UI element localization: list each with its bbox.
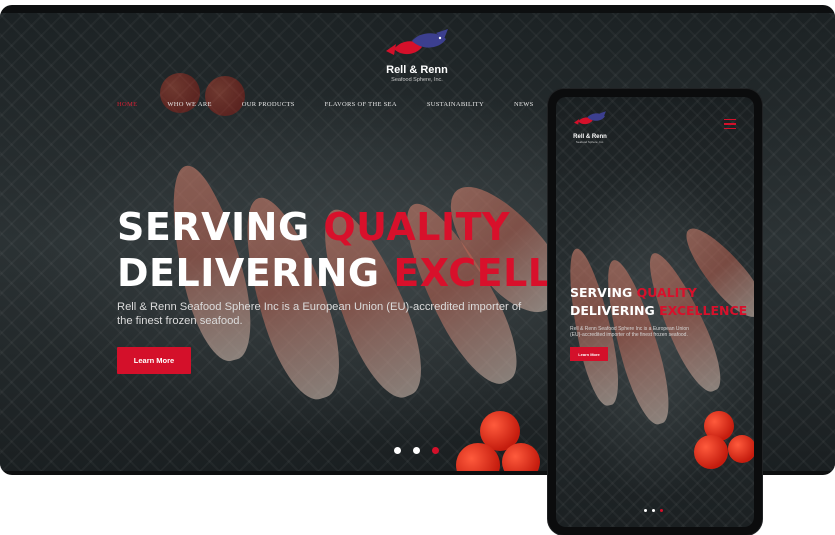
- phone-frame: Rell & Renn Seafood Sphere, Inc. SERVING…: [548, 89, 762, 535]
- fish-logo-icon: [386, 29, 448, 55]
- nav-item-sustainability[interactable]: SUSTAINABILITY: [427, 101, 484, 108]
- brand-logo[interactable]: Rell & Renn Seafood Sphere, Inc.: [377, 29, 457, 83]
- tomato-image: [694, 435, 728, 469]
- phone-slider-dot-2[interactable]: [652, 509, 655, 512]
- phone-brand-tagline: Seafood Sphere, Inc.: [575, 140, 605, 144]
- fish-logo-icon: [574, 111, 606, 125]
- phone-hero-heading: SERVING QUALITY DELIVERING EXCELLENCE: [570, 284, 747, 320]
- hero-line1-white: SERVING: [117, 205, 324, 249]
- phone-slider-dot-3[interactable]: [660, 509, 663, 512]
- hero-description: Rell & Renn Seafood Sphere Inc is a Euro…: [117, 301, 522, 327]
- phone-hero-line2-white: DELIVERING: [570, 303, 660, 318]
- phone-slider-dots: [644, 509, 663, 512]
- phone-hero-line1-white: SERVING: [570, 285, 637, 300]
- slider-dot-3[interactable]: [432, 447, 439, 454]
- phone-brand-logo[interactable]: Rell & Renn Seafood Sphere, Inc.: [570, 111, 610, 144]
- phone-hero-line1-red: QUALITY: [636, 285, 697, 300]
- phone-hero: Rell & Renn Seafood Sphere, Inc. SERVING…: [556, 97, 754, 527]
- brand-name: Rell & Renn: [386, 64, 448, 76]
- brand-tagline: Seafood Sphere, Inc.: [391, 77, 443, 83]
- nav-item-news[interactable]: NEWS: [514, 101, 534, 108]
- phone-hero-line2-red: EXCELLENCE: [659, 303, 748, 318]
- nav-item-home[interactable]: HOME: [117, 101, 137, 108]
- phone-hero-description: Rell & Renn Seafood Sphere Inc is a Euro…: [570, 326, 689, 339]
- phone-learn-more-button[interactable]: Learn More: [570, 347, 608, 361]
- tomato-image: [502, 443, 540, 471]
- hero-heading: SERVING QUALITY DELIVERING EXCELLE: [117, 204, 579, 296]
- slider-dot-1[interactable]: [394, 447, 401, 454]
- nav-item-our-products[interactable]: OUR PRODUCTS: [242, 101, 295, 108]
- hamburger-menu-icon[interactable]: [724, 119, 736, 129]
- phone-slider-dot-1[interactable]: [644, 509, 647, 512]
- hero-line2-white: DELIVERING: [117, 251, 394, 295]
- nav-item-who-we-are[interactable]: WHO WE ARE: [167, 101, 211, 108]
- tomato-image: [205, 76, 245, 116]
- nav-item-flavors-of-the-sea[interactable]: FLAVORS OF THE SEA: [325, 101, 397, 108]
- slider-dot-2[interactable]: [413, 447, 420, 454]
- slider-dots: [394, 447, 439, 454]
- learn-more-button[interactable]: Learn More: [117, 347, 191, 374]
- tomato-image: [728, 435, 754, 463]
- main-nav: HOME WHO WE ARE OUR PRODUCTS FLAVORS OF …: [117, 101, 534, 108]
- hero-line1-red: QUALITY: [323, 205, 511, 249]
